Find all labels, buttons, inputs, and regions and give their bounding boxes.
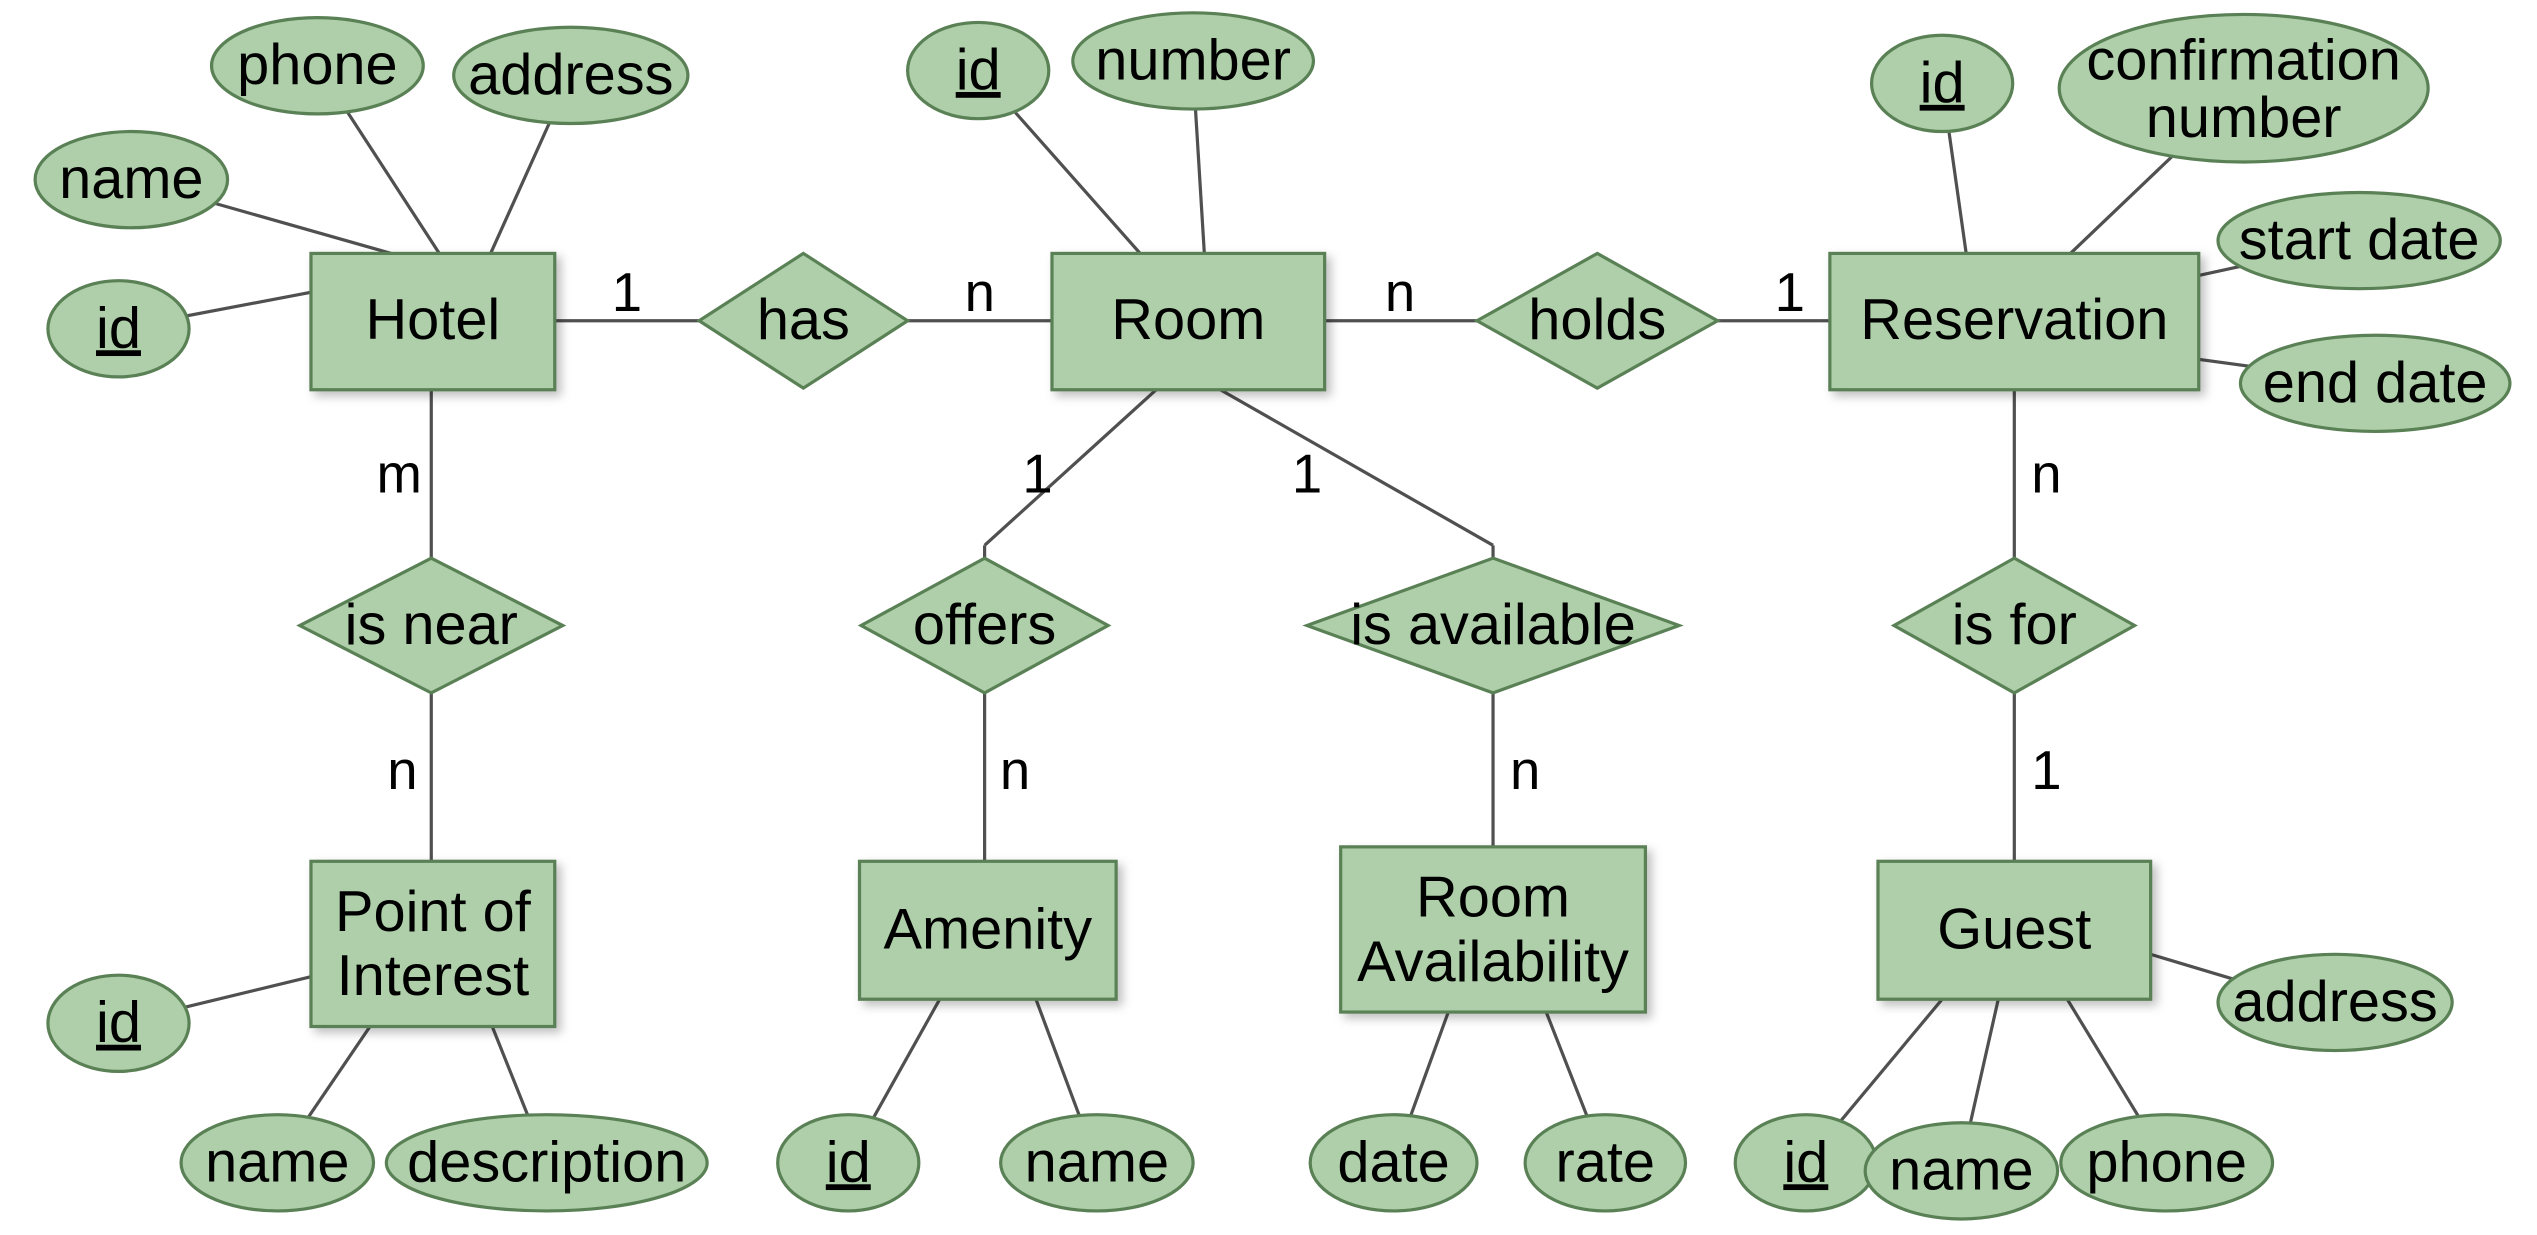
- attr-guest-id-label: id: [1783, 1130, 1828, 1194]
- attr-reservation-start-label: start date: [2239, 208, 2480, 272]
- attr-guest-address: address: [2218, 954, 2452, 1050]
- attr-guest-address-label: address: [2232, 970, 2437, 1034]
- attr-reservation-confirmation-label-2: number: [2146, 86, 2342, 150]
- card-isnear-top: m: [376, 443, 421, 504]
- attr-hotel-name: name: [35, 132, 227, 228]
- attr-poi-name: name: [181, 1115, 373, 1211]
- attr-amenity-name-label: name: [1025, 1130, 1169, 1194]
- edge: [985, 390, 1157, 546]
- attr-guest-name-label: name: [1889, 1138, 2033, 1202]
- attr-reservation-id-label: id: [1920, 51, 1965, 115]
- attr-hotel-phone: phone: [212, 18, 424, 114]
- attr-reservation-confirmation: confirmation number: [2059, 14, 2428, 162]
- rel-holds: holds: [1477, 253, 1718, 388]
- rel-has: has: [699, 253, 908, 388]
- er-diagram: Hotel Room Reservation Point of Interest…: [0, 0, 2537, 1235]
- rel-offers-label: offers: [913, 593, 1056, 657]
- entity-roomavail: Room Availability: [1341, 847, 1646, 1012]
- entity-room: Room: [1052, 253, 1325, 389]
- attr-hotel-address: address: [454, 27, 688, 123]
- attr-roomavail-date-label: date: [1337, 1130, 1449, 1194]
- attr-guest-phone-label: phone: [2086, 1130, 2247, 1194]
- attr-hotel-id: id: [48, 281, 189, 377]
- entity-room-label: Room: [1111, 288, 1265, 352]
- card-isavail-top: 1: [1292, 443, 1322, 504]
- rel-isavail: is available: [1307, 558, 1679, 693]
- entity-hotel: Hotel: [311, 253, 555, 389]
- entity-poi-label-2: Interest: [337, 944, 530, 1008]
- entity-roomavail-label-2: Availability: [1357, 930, 1629, 994]
- card-isavail-bottom: n: [1510, 740, 1540, 801]
- attr-hotel-name-label: name: [59, 147, 203, 211]
- attr-guest-id: id: [1735, 1115, 1876, 1211]
- attr-poi-id-label: id: [96, 991, 141, 1055]
- card-offers-top: 1: [1022, 443, 1052, 504]
- rel-has-label: has: [757, 288, 850, 352]
- card-isnear-bottom: n: [387, 740, 417, 801]
- entity-amenity-label: Amenity: [884, 898, 1093, 962]
- card-isfor-top: n: [2031, 443, 2061, 504]
- entity-guest: Guest: [1878, 861, 2151, 999]
- rel-isnear-label: is near: [345, 593, 518, 657]
- entity-poi-label-1: Point of: [335, 880, 532, 944]
- attr-room-id: id: [908, 22, 1049, 118]
- attr-guest-phone: phone: [2061, 1115, 2273, 1211]
- card-isfor-bottom: 1: [2031, 740, 2061, 801]
- attr-hotel-address-label: address: [468, 43, 673, 107]
- card-holds-right: 1: [1775, 262, 1805, 323]
- rel-offers: offers: [861, 558, 1108, 693]
- attr-poi-description-label: description: [407, 1130, 686, 1194]
- rel-isnear: is near: [300, 558, 563, 693]
- attr-poi-description: description: [386, 1115, 707, 1211]
- entity-guest-label: Guest: [1937, 898, 2091, 962]
- attr-room-number: number: [1073, 13, 1314, 109]
- attr-amenity-id: id: [778, 1115, 919, 1211]
- attr-reservation-end: end date: [2240, 335, 2509, 431]
- attr-reservation-end-label: end date: [2263, 351, 2488, 415]
- entity-poi: Point of Interest: [311, 861, 555, 1026]
- entity-amenity: Amenity: [860, 861, 1117, 999]
- attr-reservation-start: start date: [2218, 192, 2500, 288]
- attr-amenity-id-label: id: [826, 1130, 871, 1194]
- attr-amenity-name: name: [1001, 1115, 1193, 1211]
- attr-poi-id: id: [48, 975, 189, 1071]
- rel-holds-label: holds: [1528, 288, 1666, 352]
- entity-hotel-label: Hotel: [365, 288, 500, 352]
- attr-room-id-label: id: [956, 38, 1001, 102]
- rel-isfor-label: is for: [1952, 593, 2077, 657]
- attr-room-number-label: number: [1095, 28, 1291, 92]
- rel-isavail-label: is available: [1350, 593, 1636, 657]
- entity-roomavail-label-1: Room: [1416, 866, 1570, 930]
- attr-roomavail-rate-label: rate: [1556, 1130, 1656, 1194]
- attr-hotel-phone-label: phone: [237, 33, 398, 97]
- attr-guest-name: name: [1865, 1123, 2057, 1219]
- card-has-right: n: [965, 262, 995, 323]
- attr-hotel-id-label: id: [96, 296, 141, 360]
- rel-isfor: is for: [1894, 558, 2135, 693]
- entity-reservation: Reservation: [1830, 253, 2199, 389]
- entity-reservation-label: Reservation: [1860, 288, 2168, 352]
- attr-roomavail-rate: rate: [1525, 1115, 1685, 1211]
- attr-reservation-confirmation-label-1: confirmation: [2086, 28, 2400, 92]
- card-has-left: 1: [612, 262, 642, 323]
- attr-poi-name-label: name: [205, 1130, 349, 1194]
- attr-reservation-id: id: [1872, 35, 2013, 131]
- card-holds-left: n: [1385, 262, 1415, 323]
- edge: [1220, 390, 1493, 546]
- attr-roomavail-date: date: [1310, 1115, 1477, 1211]
- card-offers-bottom: n: [1000, 740, 1030, 801]
